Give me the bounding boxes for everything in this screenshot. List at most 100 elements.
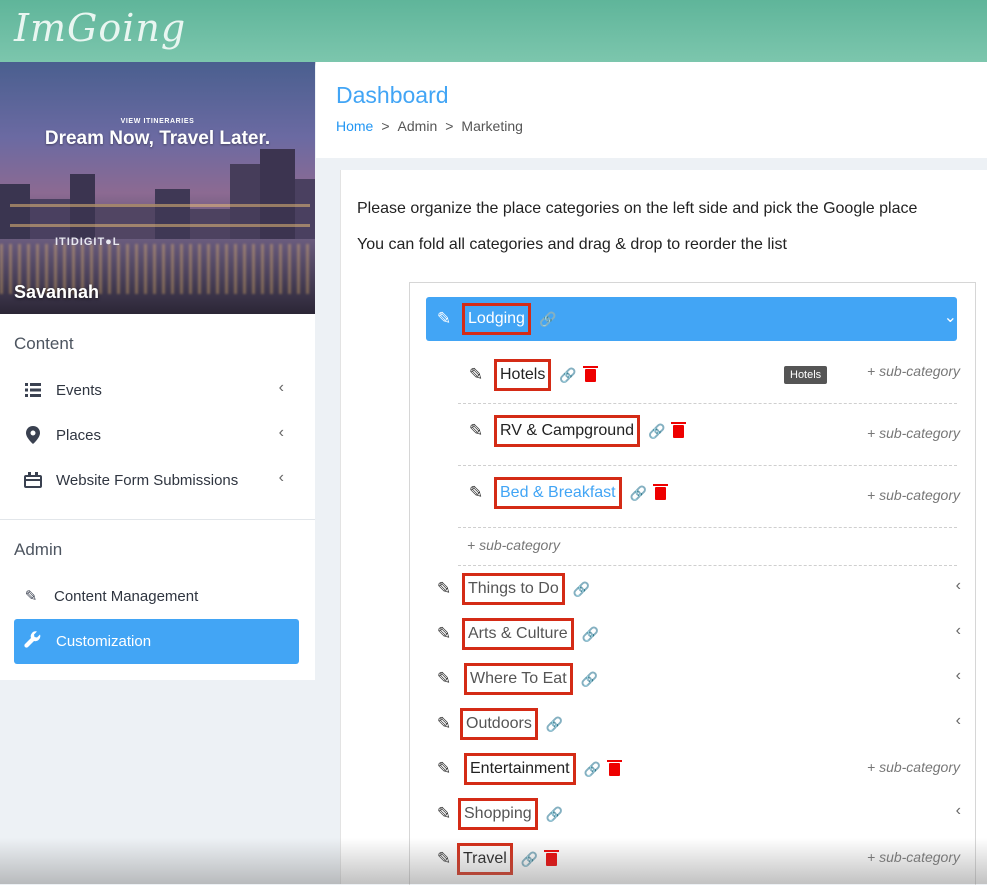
link-icon[interactable]: 🔗 — [559, 367, 576, 384]
sidebar: VIEW ITINERARIES Dream Now, Travel Later… — [0, 62, 315, 680]
category-row-outdoors[interactable]: ✎ Outdoors 🔗 — [434, 708, 563, 740]
edit-pencil-icon[interactable]: ✎ — [434, 759, 454, 779]
pencil-icon: ✎ — [24, 588, 38, 605]
chevron-left-icon[interactable]: ‹ — [956, 622, 961, 640]
breadcrumb-marketing: Marketing — [461, 118, 523, 134]
edit-pencil-icon[interactable]: ✎ — [434, 669, 454, 689]
link-icon[interactable]: 🔗 — [573, 581, 590, 598]
breadcrumb-home[interactable]: Home — [336, 118, 373, 134]
category-label[interactable]: Lodging — [462, 303, 531, 335]
link-icon[interactable]: 🔗 — [648, 423, 665, 440]
trash-icon[interactable] — [671, 421, 687, 438]
category-label[interactable]: Outdoors — [460, 708, 538, 740]
sidebar-item-label: Events — [56, 381, 102, 399]
chevron-left-icon[interactable]: ‹ — [956, 577, 961, 595]
row-divider — [458, 565, 957, 567]
category-row-things-to-do[interactable]: ✎ Things to Do 🔗 — [434, 573, 590, 605]
sidebar-item-customization[interactable]: Customization — [14, 619, 299, 664]
row-divider — [458, 465, 957, 467]
add-subcategory-link[interactable]: + sub-category — [867, 759, 960, 775]
sidebar-item-label: Customization — [56, 633, 152, 650]
admin-section-title: Admin — [14, 540, 63, 559]
sidebar-hero-image: VIEW ITINERARIES Dream Now, Travel Later… — [0, 62, 315, 314]
subcategory-row-hotels[interactable]: ✎ Hotels 🔗 — [466, 359, 598, 391]
link-icon[interactable]: 🔗 — [582, 626, 599, 643]
wrench-icon — [22, 630, 44, 653]
add-subcategory-link[interactable]: + sub-category — [467, 537, 560, 553]
add-subcategory-link[interactable]: + sub-category — [867, 487, 960, 503]
hero-city-name: Savannah — [14, 282, 100, 302]
category-label[interactable]: Arts & Culture — [462, 618, 574, 650]
tooltip: Hotels — [784, 366, 828, 384]
sidebar-item-events[interactable]: Events ‹ — [22, 376, 292, 404]
category-label[interactable]: Things to Do — [462, 573, 565, 605]
hero-headline: Dream Now, Travel Later. — [44, 128, 271, 149]
chevron-left-icon: ‹ — [278, 424, 284, 441]
edit-pencil-icon[interactable]: ✎ — [466, 421, 486, 441]
sidebar-item-label: Places — [56, 426, 102, 444]
category-label[interactable]: Entertainment — [464, 753, 576, 785]
sidebar-divider — [0, 519, 315, 520]
category-label[interactable]: Where To Eat — [464, 663, 573, 695]
edit-pencil-icon[interactable]: ✎ — [434, 309, 454, 329]
breadcrumb-separator: > — [445, 118, 454, 134]
sidebar-item-places[interactable]: Places ‹ — [22, 421, 292, 449]
edit-pencil-icon[interactable]: ✎ — [434, 714, 454, 734]
sidebar-item-content-management[interactable]: ✎ Content Management — [20, 582, 290, 610]
subcategory-label[interactable]: Bed & Breakfast — [494, 477, 622, 509]
add-subcategory-link[interactable]: + sub-category — [867, 425, 960, 441]
trash-icon[interactable] — [544, 849, 560, 866]
category-row-shopping[interactable]: ✎ Shopping 🔗 — [434, 798, 563, 830]
row-divider — [458, 527, 957, 529]
trash-icon[interactable] — [607, 759, 623, 776]
hero-brand: ITIDIGIT●L — [55, 236, 121, 248]
intro-text: You can fold all categories and drag & d… — [357, 236, 787, 253]
chevron-left-icon[interactable]: ‹ — [956, 712, 961, 730]
hero-subtitle: VIEW ITINERARIES — [120, 118, 195, 125]
trash-icon[interactable] — [653, 483, 669, 500]
category-label[interactable]: Travel — [457, 843, 513, 875]
page-header: Dashboard Home > Admin > Marketing — [316, 62, 987, 158]
edit-pencil-icon[interactable]: ✎ — [466, 483, 486, 503]
app-logo[interactable]: ImGoing — [14, 6, 186, 50]
category-row-entertainment[interactable]: ✎ Entertainment 🔗 — [434, 753, 623, 785]
chevron-left-icon[interactable]: ‹ — [956, 802, 961, 820]
breadcrumb-admin[interactable]: Admin — [398, 118, 438, 134]
category-label[interactable]: Shopping — [458, 798, 538, 830]
page-title: Dashboard — [336, 82, 449, 108]
top-bar: ImGoing — [0, 0, 987, 62]
subcategory-label[interactable]: Hotels — [494, 359, 552, 391]
trash-icon[interactable] — [582, 365, 598, 382]
chevron-down-icon[interactable]: ⌄ — [944, 307, 957, 327]
row-divider — [458, 403, 957, 405]
link-icon[interactable]: 🔗 — [521, 851, 538, 868]
link-icon[interactable]: 🔗 — [539, 311, 556, 328]
main-content: Please organize the place categories on … — [340, 170, 987, 885]
link-icon[interactable]: 🔗 — [546, 716, 563, 733]
chevron-left-icon: ‹ — [278, 379, 284, 396]
add-subcategory-link[interactable]: + sub-category — [867, 363, 960, 379]
edit-pencil-icon[interactable]: ✎ — [434, 579, 454, 599]
link-icon[interactable]: 🔗 — [584, 761, 601, 778]
subcategory-row-bed-breakfast[interactable]: ✎ Bed & Breakfast 🔗 — [466, 477, 669, 509]
edit-pencil-icon[interactable]: ✎ — [434, 849, 454, 869]
intro-text: Please organize the place categories on … — [357, 200, 918, 217]
category-row-where-to-eat[interactable]: ✎ Where To Eat 🔗 — [434, 663, 598, 695]
category-row-travel[interactable]: ✎ Travel 🔗 — [434, 843, 560, 875]
subcategory-label[interactable]: RV & Campground — [494, 415, 640, 447]
edit-pencil-icon[interactable]: ✎ — [466, 365, 486, 385]
city-skyline-graphic — [0, 149, 315, 254]
sidebar-item-website-form-submissions[interactable]: Website Form Submissions ‹ — [22, 466, 292, 494]
link-icon[interactable]: 🔗 — [546, 806, 563, 823]
chevron-left-icon[interactable]: ‹ — [956, 667, 961, 685]
subcategory-row-rv-campground[interactable]: ✎ RV & Campground 🔗 — [466, 415, 687, 447]
link-icon[interactable]: 🔗 — [581, 671, 598, 688]
edit-pencil-icon[interactable]: ✎ — [434, 624, 454, 644]
add-subcategory-link[interactable]: + sub-category — [867, 849, 960, 865]
edit-pencil-icon[interactable]: ✎ — [434, 804, 454, 824]
category-tree: ✎ Lodging 🔗 ⌄ ✎ Hotels 🔗 Hotels + sub-ca… — [409, 282, 976, 885]
link-icon[interactable]: 🔗 — [630, 485, 647, 502]
form-icon — [22, 470, 44, 490]
category-row-arts-culture[interactable]: ✎ Arts & Culture 🔗 — [434, 618, 599, 650]
sidebar-item-label: Website Form Submissions — [56, 471, 239, 489]
